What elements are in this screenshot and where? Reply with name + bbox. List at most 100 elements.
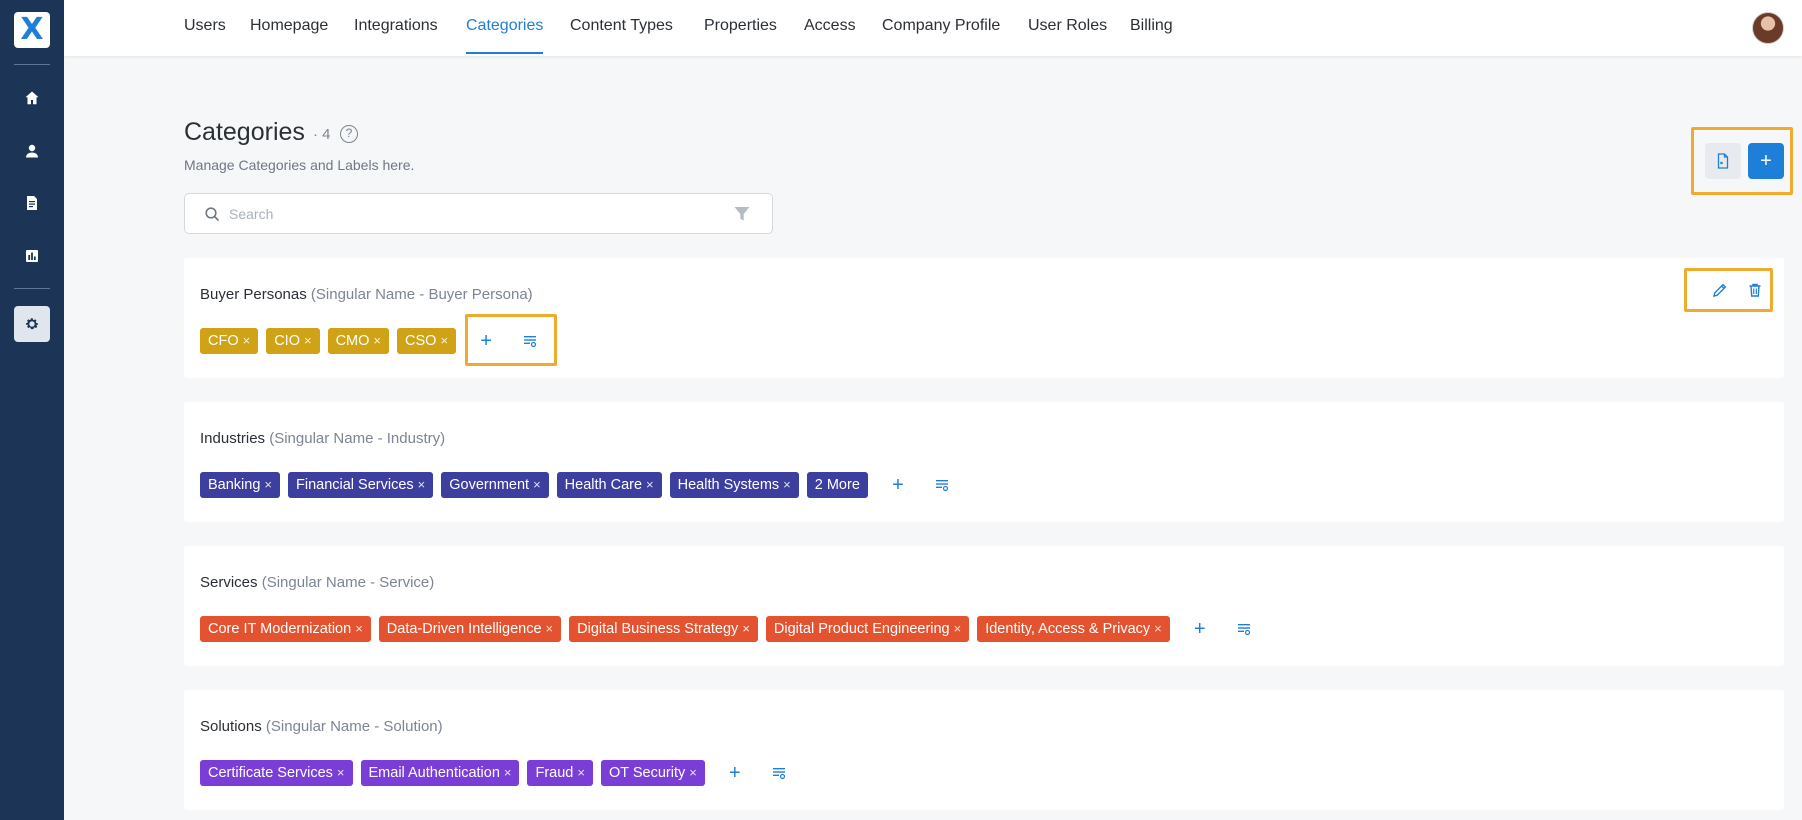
app-logo[interactable]: X — [14, 12, 50, 48]
label-text: CIO — [274, 333, 300, 349]
sidebar-item-home[interactable] — [14, 80, 50, 116]
label-text: Core IT Modernization — [208, 621, 352, 637]
category-singular: (Singular Name - Solution) — [265, 718, 443, 735]
label-tag[interactable]: CFO × — [200, 328, 259, 354]
remove-label-icon[interactable]: × — [304, 328, 312, 354]
label-tag[interactable]: Financial Services × — [288, 472, 434, 498]
remove-label-icon[interactable]: × — [418, 472, 426, 498]
remove-label-icon[interactable]: × — [264, 472, 272, 498]
tab-user-roles[interactable]: User Roles — [1028, 0, 1107, 54]
sidebar-item-settings[interactable] — [14, 306, 50, 342]
remove-label-icon[interactable]: × — [689, 760, 697, 786]
label-list: Core IT Modernization × Data-Driven Intel… — [200, 616, 1258, 642]
remove-label-icon[interactable]: × — [1154, 616, 1162, 642]
tab-billing[interactable]: Billing — [1130, 0, 1173, 54]
tab-access[interactable]: Access — [804, 0, 856, 54]
remove-label-icon[interactable]: × — [440, 328, 448, 354]
tab-company-profile[interactable]: Company Profile — [882, 0, 1000, 54]
label-text: Certificate Services — [208, 765, 333, 781]
sidebar-item-content[interactable] — [14, 185, 50, 221]
label-text: CMO — [335, 333, 370, 349]
label-tag[interactable]: Health Systems × — [669, 472, 799, 498]
add-category-button[interactable]: + — [1748, 143, 1784, 179]
manage-labels-button[interactable] — [928, 472, 956, 498]
settings-icon — [26, 318, 39, 330]
filter-icon[interactable] — [733, 205, 751, 223]
sidebar-item-analytics[interactable] — [14, 238, 50, 274]
category-name: Industries — [200, 430, 266, 447]
add-label-button[interactable]: + — [1186, 616, 1214, 642]
tab-users[interactable]: Users — [184, 0, 226, 54]
label-list: Certificate Services × Email Authenticati… — [200, 760, 793, 786]
remove-label-icon[interactable]: × — [533, 472, 541, 498]
remove-label-icon[interactable]: × — [355, 616, 363, 642]
label-text: Identity, Access & Privacy — [985, 621, 1151, 637]
search-input[interactable] — [229, 202, 709, 226]
sidebar-divider — [14, 64, 50, 65]
label-tag[interactable]: Certificate Services × — [200, 760, 353, 786]
label-tag[interactable]: CSO × — [397, 328, 457, 354]
category-title: Buyer Personas (Singular Name - Buyer Pe… — [200, 286, 533, 303]
label-tag[interactable]: Digital Business Strategy × — [569, 616, 758, 642]
help-icon[interactable]: ? — [340, 125, 358, 143]
top-nav: Users Homepage Integrations Categories C… — [64, 0, 1802, 56]
manage-labels-button[interactable] — [765, 760, 793, 786]
label-tag[interactable]: Digital Product Engineering × — [765, 616, 970, 642]
tab-homepage[interactable]: Homepage — [250, 0, 328, 54]
label-tag[interactable]: Email Authentication × — [360, 760, 520, 786]
category-name: Services — [200, 574, 258, 591]
label-tag[interactable]: OT Security × — [600, 760, 705, 786]
add-label-button[interactable]: + — [884, 472, 912, 498]
label-tag[interactable]: CIO × — [266, 328, 320, 354]
highlight-label-actions — [465, 314, 557, 366]
search-icon — [205, 207, 219, 221]
label-text: Banking — [208, 477, 261, 493]
category-singular: (Singular Name - Service) — [261, 574, 435, 591]
sidebar: X — [0, 0, 64, 820]
label-text: Financial Services — [296, 477, 414, 493]
label-text: Health Care — [564, 477, 643, 493]
label-tag[interactable]: Fraud × — [527, 760, 593, 786]
manage-labels-button[interactable] — [1230, 616, 1258, 642]
label-tag[interactable]: Data-Driven Intelligence × — [378, 616, 562, 642]
tab-content-types[interactable]: Content Types — [570, 0, 673, 54]
add-label-button[interactable]: + — [721, 760, 749, 786]
remove-label-icon[interactable]: × — [577, 760, 585, 786]
remove-label-icon[interactable]: × — [783, 472, 791, 498]
category-card-solutions: Solutions (Singular Name - Solution) Cer… — [184, 690, 1784, 810]
label-text: CFO — [208, 333, 239, 349]
label-tag[interactable]: Core IT Modernization × — [200, 616, 371, 642]
remove-label-icon[interactable]: × — [546, 616, 554, 642]
label-tag[interactable]: CMO × — [327, 328, 390, 354]
tab-categories[interactable]: Categories — [466, 0, 544, 54]
logo-letter: X — [20, 12, 44, 47]
category-card-buyer-personas: Buyer Personas (Singular Name - Buyer Pe… — [184, 258, 1784, 378]
remove-label-icon[interactable]: × — [646, 472, 654, 498]
more-labels-tag[interactable]: 2 More — [806, 472, 868, 498]
category-name: Solutions — [200, 718, 262, 735]
label-text: Data-Driven Intelligence — [386, 621, 542, 637]
label-tag[interactable]: Health Care × — [556, 472, 662, 498]
remove-label-icon[interactable]: × — [742, 616, 750, 642]
category-name: Buyer Personas — [200, 286, 307, 303]
remove-label-icon[interactable]: × — [504, 760, 512, 786]
list-settings-icon — [935, 480, 949, 492]
category-singular: (Singular Name - Industry) — [269, 430, 446, 447]
label-tag[interactable]: Identity, Access & Privacy × — [977, 616, 1170, 642]
label-tag[interactable]: Government × — [441, 472, 549, 498]
remove-label-icon[interactable]: × — [373, 328, 381, 354]
remove-label-icon[interactable]: × — [243, 328, 251, 354]
document-icon — [27, 196, 37, 210]
import-button[interactable] — [1705, 143, 1741, 179]
user-icon — [26, 144, 38, 158]
tab-properties[interactable]: Properties — [704, 0, 777, 54]
remove-label-icon[interactable]: × — [954, 616, 962, 642]
chart-icon — [26, 250, 38, 262]
remove-label-icon[interactable]: × — [337, 760, 345, 786]
label-tag[interactable]: Banking × — [200, 472, 280, 498]
tab-integrations[interactable]: Integrations — [354, 0, 438, 54]
sidebar-item-users[interactable] — [14, 133, 50, 169]
user-avatar[interactable] — [1752, 12, 1784, 44]
category-title: Industries (Singular Name - Industry) — [200, 430, 445, 447]
label-text: Fraud — [535, 765, 574, 781]
